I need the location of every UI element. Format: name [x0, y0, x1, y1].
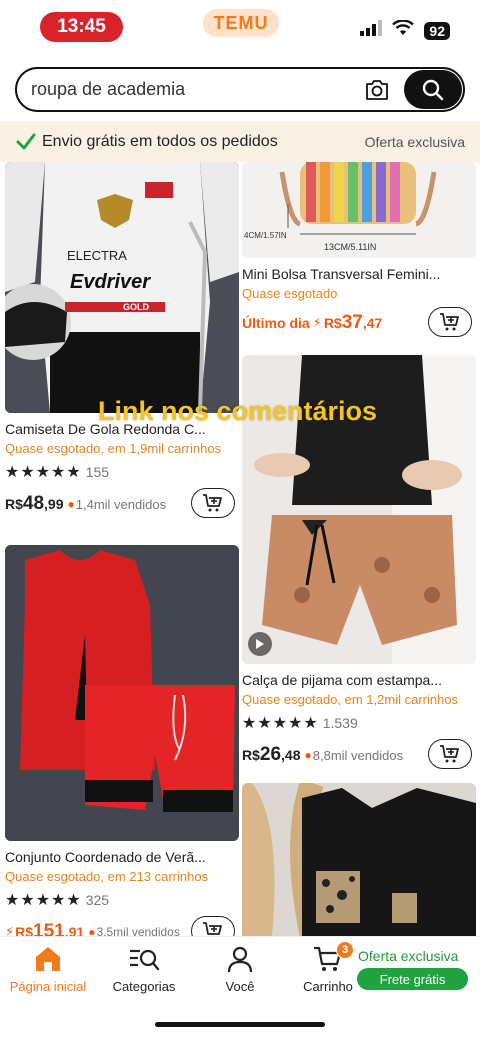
- product-title[interactable]: Calça de pijama com estampa...: [242, 672, 476, 688]
- add-cart-icon: [440, 313, 459, 331]
- bag-dimension-height: 4CM/1.57IN: [244, 231, 287, 240]
- video-play-icon[interactable]: [248, 632, 272, 656]
- rating-row: ★★★★★ 325: [5, 890, 239, 910]
- price-integer: 37: [341, 312, 363, 333]
- star-rating-icon: ★★★★★: [5, 464, 82, 481]
- product-card[interactable]: [242, 783, 476, 936]
- rating-row: ★★★★★ 155: [5, 462, 239, 482]
- cart-count-badge: 3: [336, 941, 354, 959]
- nav-account-label: Você: [225, 979, 255, 994]
- status-time: 13:45: [40, 12, 123, 42]
- search-input[interactable]: [17, 79, 362, 100]
- price-integer: 48: [22, 493, 45, 514]
- add-cart-icon: [440, 745, 459, 763]
- sold-count: 1,4mil vendidos: [75, 496, 167, 512]
- nav-home-label: Página inicial: [9, 979, 87, 994]
- fire-icon: ●: [304, 748, 312, 762]
- price-currency: R$: [5, 496, 23, 512]
- price-row: R$ 26 ,48 ● 8,8mil vendidos: [242, 739, 476, 771]
- price-currency: R$: [242, 747, 260, 763]
- product-image[interactable]: 4CM/1.57IN 13CM/5.11IN: [242, 162, 476, 258]
- check-icon: [16, 133, 36, 151]
- nav-account[interactable]: Você: [192, 945, 288, 994]
- product-image[interactable]: ELECTRA Evdriver GOLD: [5, 162, 239, 413]
- add-to-cart-button[interactable]: [191, 488, 235, 518]
- product-card[interactable]: ELECTRA Evdriver GOLD Camiseta De Gola R…: [5, 162, 239, 520]
- product-title[interactable]: Conjunto Coordenado de Verã...: [5, 849, 239, 865]
- last-day-label: Último dia: [242, 315, 310, 331]
- status-bar: 13:45 TEMU 92: [0, 0, 480, 56]
- star-rating-icon: ★★★★★: [242, 715, 319, 732]
- rating-count: 325: [85, 892, 110, 908]
- product-stock-status: Quase esgotado, em 1,2mil carrinhos: [242, 692, 459, 707]
- product-title[interactable]: Mini Bolsa Transversal Femini...: [242, 266, 476, 282]
- add-to-cart-button[interactable]: [428, 307, 472, 337]
- nav-categories-label: Categorias: [112, 979, 176, 994]
- shirt-print-text: ELECTRA: [67, 248, 127, 263]
- search-bar[interactable]: [15, 67, 465, 112]
- add-cart-icon: [203, 494, 222, 512]
- user-icon: [227, 946, 253, 973]
- rating-count: 1.539: [322, 715, 358, 731]
- bag-dimension-width: 13CM/5.11IN: [324, 242, 376, 252]
- add-to-cart-button[interactable]: [428, 739, 472, 769]
- product-stock-status: Quase esgotado: [242, 286, 338, 301]
- shirt-print-brand: Evdriver: [70, 271, 151, 293]
- free-shipping-pill[interactable]: Frete grátis: [357, 968, 468, 990]
- home-indicator: [155, 1022, 325, 1027]
- fire-icon: ●: [67, 497, 75, 511]
- free-shipping-banner[interactable]: Envio grátis em todos os pedidos Oferta …: [0, 121, 480, 162]
- product-card[interactable]: Conjunto Coordenado de Verã... Quase esg…: [5, 545, 239, 948]
- signal-icon: [360, 20, 383, 41]
- wifi-icon: [392, 19, 415, 41]
- price-decimal: ,99: [44, 496, 64, 512]
- categories-icon: [130, 949, 160, 971]
- status-icons: 92: [360, 19, 450, 41]
- search-icon: [422, 79, 444, 100]
- price-row: Último dia ⚡ R$ 37 ,47: [242, 307, 476, 339]
- price-decimal: ,48: [281, 747, 301, 763]
- sold-count: 8,8mil vendidos: [312, 747, 404, 763]
- product-card[interactable]: 4CM/1.57IN 13CM/5.11IN Mini Bolsa Transv…: [242, 162, 476, 339]
- overlay-caption: Link nos comentários: [98, 396, 378, 426]
- star-rating-icon: ★★★★★: [5, 892, 82, 909]
- price-integer: 26: [259, 744, 282, 765]
- lightning-icon: ⚡: [312, 315, 322, 330]
- home-icon: [36, 947, 60, 971]
- price-currency: R$: [323, 315, 342, 331]
- nav-cart-label: Carrinho: [303, 979, 353, 994]
- exclusive-offer-link[interactable]: Oferta exclusiva: [365, 134, 465, 150]
- rating-count: 155: [85, 464, 110, 480]
- product-stock-status: Quase esgotado, em 1,9mil carrinhos: [5, 441, 222, 456]
- nav-categories[interactable]: Categorias: [96, 945, 192, 994]
- camera-icon[interactable]: [362, 75, 392, 105]
- price-decimal: ,47: [362, 315, 383, 331]
- app-indicator: TEMU: [203, 9, 279, 37]
- cart-offer-label: Oferta exclusiva: [358, 948, 459, 964]
- search-button[interactable]: [404, 70, 462, 109]
- rating-row: ★★★★★ 1.539: [242, 713, 476, 733]
- battery-icon: 92: [424, 21, 450, 40]
- shirt-print-badge: GOLD: [123, 302, 149, 312]
- price-row: R$ 48 ,99 ● 1,4mil vendidos: [5, 488, 239, 520]
- nav-home[interactable]: Página inicial: [0, 945, 96, 994]
- product-stock-status: Quase esgotado, em 213 carrinhos: [5, 869, 209, 884]
- product-image[interactable]: [5, 545, 239, 841]
- free-shipping-text: Envio grátis em todos os pedidos: [42, 132, 278, 150]
- product-image[interactable]: [242, 783, 476, 936]
